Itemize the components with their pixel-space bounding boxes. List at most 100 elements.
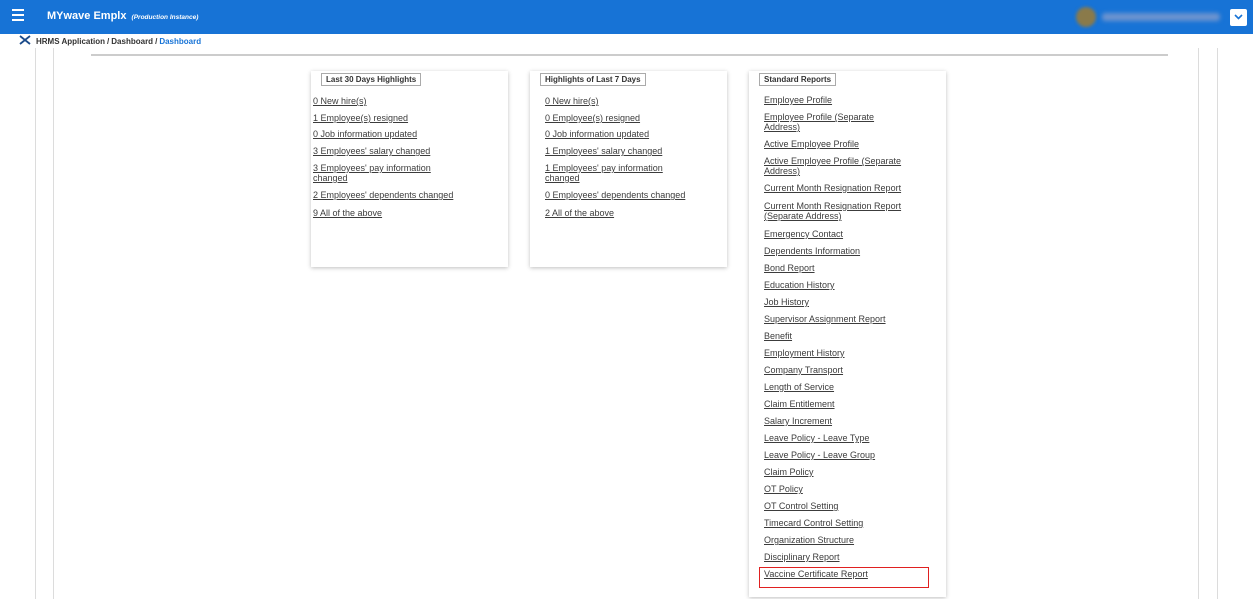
report-link-text: Company Transport [764,365,844,375]
report-link-text: changed [545,173,580,183]
report-link-text: 0 Job information updated [313,129,418,139]
report-link-text: 0 Job information updated [545,129,650,139]
report-link-text: changed [313,173,348,183]
report-link[interactable]: Company Transport [764,365,934,375]
report-link-text: 2 Employees' dependents changed [313,190,454,200]
report-link-text: Supervisor Assignment Report [764,314,886,324]
report-link[interactable]: 1 Employee(s) resigned [313,113,483,123]
report-link[interactable]: 0 New hire(s) [545,96,715,106]
report-link-text: Benefit [764,331,793,341]
report-link-text: Employment History [764,348,845,358]
frame-border-right-inner [1198,48,1199,599]
report-link-text: Salary Increment [764,416,833,426]
user-menu[interactable] [1076,6,1224,28]
report-link-text: Disciplinary Report [764,552,840,562]
report-link[interactable]: Organization Structure [764,535,934,545]
app-title: MYwave Emplx (Production Instance) [47,10,198,22]
report-link[interactable]: OT Control Setting [764,501,934,511]
report-link[interactable]: 3 Employees' salary changed [313,146,483,156]
report-link[interactable]: Active Employee Profile [764,139,934,149]
report-link[interactable]: Length of Service [764,382,934,392]
report-link-text: Length of Service [764,382,835,392]
report-link-text: Bond Report [764,263,815,273]
report-link-text: Job History [764,297,810,307]
report-link[interactable]: Supervisor Assignment Report [764,314,934,324]
card-title: Standard Reports [759,73,837,86]
report-link-text: Dependents Information [764,246,861,256]
report-link-text: Active Employee Profile (Separate [764,156,902,166]
report-link[interactable]: Benefit [764,331,934,341]
app-header: MYwave Emplx (Production Instance) [0,0,1253,34]
report-link[interactable]: Timecard Control Setting [764,518,934,528]
divider [91,54,1168,56]
report-link[interactable]: 1 Employees' salary changed [545,146,715,156]
report-link-text: Current Month Resignation Report [764,183,902,193]
card-last-30-days: Last 30 Days Highlights 0 New hire(s) 1 E… [311,71,508,267]
report-link-text: Emergency Contact [764,229,844,239]
report-link[interactable]: Dependents Information [764,246,934,256]
report-link[interactable]: Claim Policy [764,467,934,477]
report-link[interactable]: 2 All of the above [545,208,715,218]
report-link-text: Employee Profile [764,95,833,105]
report-link-text: OT Policy [764,484,803,494]
report-link[interactable]: 2 Employees' dependents changed [313,190,483,200]
report-link[interactable]: Leave Policy - Leave Group [764,450,934,460]
report-link[interactable]: Job History [764,297,934,307]
report-link[interactable]: Disciplinary Report [764,552,934,562]
report-link[interactable]: Active Employee Profile (Separate Address… [764,156,934,176]
report-link-text: 0 New hire(s) [313,96,367,106]
report-link[interactable]: Bond Report [764,263,934,273]
report-link-text: Organization Structure [764,535,855,545]
report-link-text: Address) [764,122,801,132]
report-link-text: 1 Employees' salary changed [545,146,663,156]
report-link[interactable]: Employee Profile [764,95,934,105]
report-link[interactable]: 0 Job information updated [313,129,483,139]
report-link-text: Education History [764,280,835,290]
report-link-text: 1 Employees' pay information [545,163,663,173]
report-link[interactable]: 0 Employee(s) resigned [545,113,715,123]
card-title: Highlights of Last 7 Days [540,73,646,86]
report-link-text: 0 Employee(s) resigned [545,113,641,123]
report-link[interactable]: Current Month Resignation Report (Separat… [764,201,934,221]
report-link[interactable]: Employment History [764,348,934,358]
user-dropdown-button[interactable] [1230,9,1247,26]
report-link[interactable]: 3 Employees' pay information changed [313,163,483,183]
report-link-text: Leave Policy - Leave Type [764,433,870,443]
report-link[interactable]: Employee Profile (Separate Address) [764,112,934,132]
report-link[interactable]: 9 All of the above [313,208,483,218]
report-link[interactable]: Claim Entitlement [764,399,934,409]
breadcrumb: HRMS Application / Dashboard / Dashboard [36,37,202,46]
avatar [1076,7,1096,27]
frame-border-right [1217,48,1218,599]
breadcrumb-item-hrms[interactable]: HRMS Application [36,37,105,46]
report-link[interactable]: 0 Employees' dependents changed [545,190,715,200]
report-link-text: Employee Profile (Separate [764,112,875,122]
instance-label: (Production Instance) [131,14,199,21]
report-link-text: Leave Policy - Leave Group [764,450,876,460]
report-link[interactable]: Emergency Contact [764,229,934,239]
card-standard-reports: Standard Reports Employee Profile Employe… [749,71,946,597]
report-link-text: Address) [764,166,801,176]
report-link[interactable]: Leave Policy - Leave Type [764,433,934,443]
hamburger-icon[interactable] [12,9,24,21]
breadcrumb-item-dashboard[interactable]: Dashboard [111,37,153,46]
card-title: Last 30 Days Highlights [321,73,422,86]
app-name: MYwave Emplx [47,10,127,22]
report-link[interactable]: 0 Job information updated [545,129,715,139]
report-link[interactable]: Current Month Resignation Report [764,183,934,193]
frame-border-left [35,48,36,599]
report-link-text: (Separate Address) [764,211,842,221]
report-link[interactable]: 0 New hire(s) [313,96,483,106]
report-link-text: 3 Employees' salary changed [313,146,431,156]
close-x-icon[interactable] [19,35,31,45]
report-link-text: Claim Policy [764,467,814,477]
report-link-text: 3 Employees' pay information [313,163,431,173]
report-link[interactable]: Education History [764,280,934,290]
report-link-text: 0 Employees' dependents changed [545,190,686,200]
report-link[interactable]: OT Policy [764,484,934,494]
report-link[interactable]: Salary Increment [764,416,934,426]
report-link[interactable]: 1 Employees' pay information changed [545,163,715,183]
breadcrumb-item-current: Dashboard [159,37,202,46]
frame-border-left-inner [53,48,54,599]
chevron-down-icon [1234,14,1243,20]
